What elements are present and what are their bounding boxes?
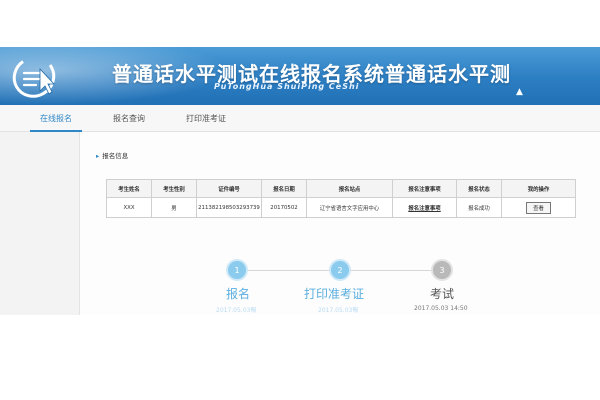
col-header-notes: 报名注意事项 xyxy=(392,179,457,198)
step-connector xyxy=(248,270,330,271)
mouse-arrow-logo-icon xyxy=(12,56,56,98)
cell-site: 辽宁省语言文字应用中心 xyxy=(306,197,393,218)
step-1-date: 2017.05.03報 xyxy=(216,307,257,314)
step-2-label: 打印准考证 xyxy=(304,287,365,301)
cell-name: XXX xyxy=(106,197,152,218)
view-button[interactable]: 查看 xyxy=(526,201,551,214)
col-header-date: 报名日期 xyxy=(261,179,307,198)
cell-gender: 男 xyxy=(151,197,197,218)
tab-registration-query[interactable]: 报名查询 xyxy=(113,113,145,124)
step-3-date: 2017.05.03 14:50 xyxy=(414,305,468,312)
table-row: XXX 男 211382198503293739 20170502 辽宁省语言文… xyxy=(106,197,576,218)
section-title-text: 报名信息 xyxy=(102,152,129,160)
section-title: ▸ 报名信息 xyxy=(96,150,128,160)
table-header-row: 考生姓名 考生性别 证件编号 报名日期 报名站点 报名注意事项 报名状态 我的操… xyxy=(106,179,576,198)
header-banner: 普通话水平测试在线报名系统普通话水平测 PuTongHua ShuiPing C… xyxy=(0,47,600,105)
step-1-label: 报名 xyxy=(226,287,251,301)
col-header-status: 报名状态 xyxy=(456,179,502,198)
progress-steps: 1 报名 2017.05.03報 2 打印准考证 2017.05.03報 3 考… xyxy=(0,257,600,315)
arrow-bullet-icon: ▸ xyxy=(96,152,100,160)
step-3-label: 考试 xyxy=(430,287,455,301)
step-2-date: 2017.05.03報 xyxy=(318,307,359,314)
cell-id-number: 211382198503293739 xyxy=(196,197,262,218)
cursor-icon: ▲ xyxy=(516,87,523,97)
col-header-action: 我的操作 xyxy=(501,179,576,198)
col-header-gender: 考生性别 xyxy=(151,179,197,198)
col-header-name: 考生姓名 xyxy=(106,179,152,198)
site-subtitle: PuTongHua ShuiPing CeShi xyxy=(214,82,360,91)
step-connector xyxy=(350,270,432,271)
tab-print-admission-ticket[interactable]: 打印准考证 xyxy=(186,113,226,124)
top-nav: 在线报名 报名查询 打印准考证 xyxy=(0,105,600,132)
cell-date: 20170502 xyxy=(261,197,307,218)
registration-table: 考生姓名 考生性别 证件编号 报名日期 报名站点 报名注意事项 报名状态 我的操… xyxy=(106,179,576,218)
col-header-id-number: 证件编号 xyxy=(196,179,262,198)
step-3-circle: 3 xyxy=(431,259,453,281)
step-2-circle: 2 xyxy=(329,259,351,281)
app-window: 普通话水平测试在线报名系统普通话水平测 PuTongHua ShuiPing C… xyxy=(0,47,600,315)
tab-online-registration[interactable]: 在线报名 xyxy=(40,113,72,124)
cell-status: 报名成功 xyxy=(456,197,502,218)
cell-action: 查看 xyxy=(501,197,576,218)
notes-link[interactable]: 报名注意事项 xyxy=(392,197,457,218)
col-header-site: 报名站点 xyxy=(306,179,393,198)
step-1-circle: 1 xyxy=(226,259,248,281)
